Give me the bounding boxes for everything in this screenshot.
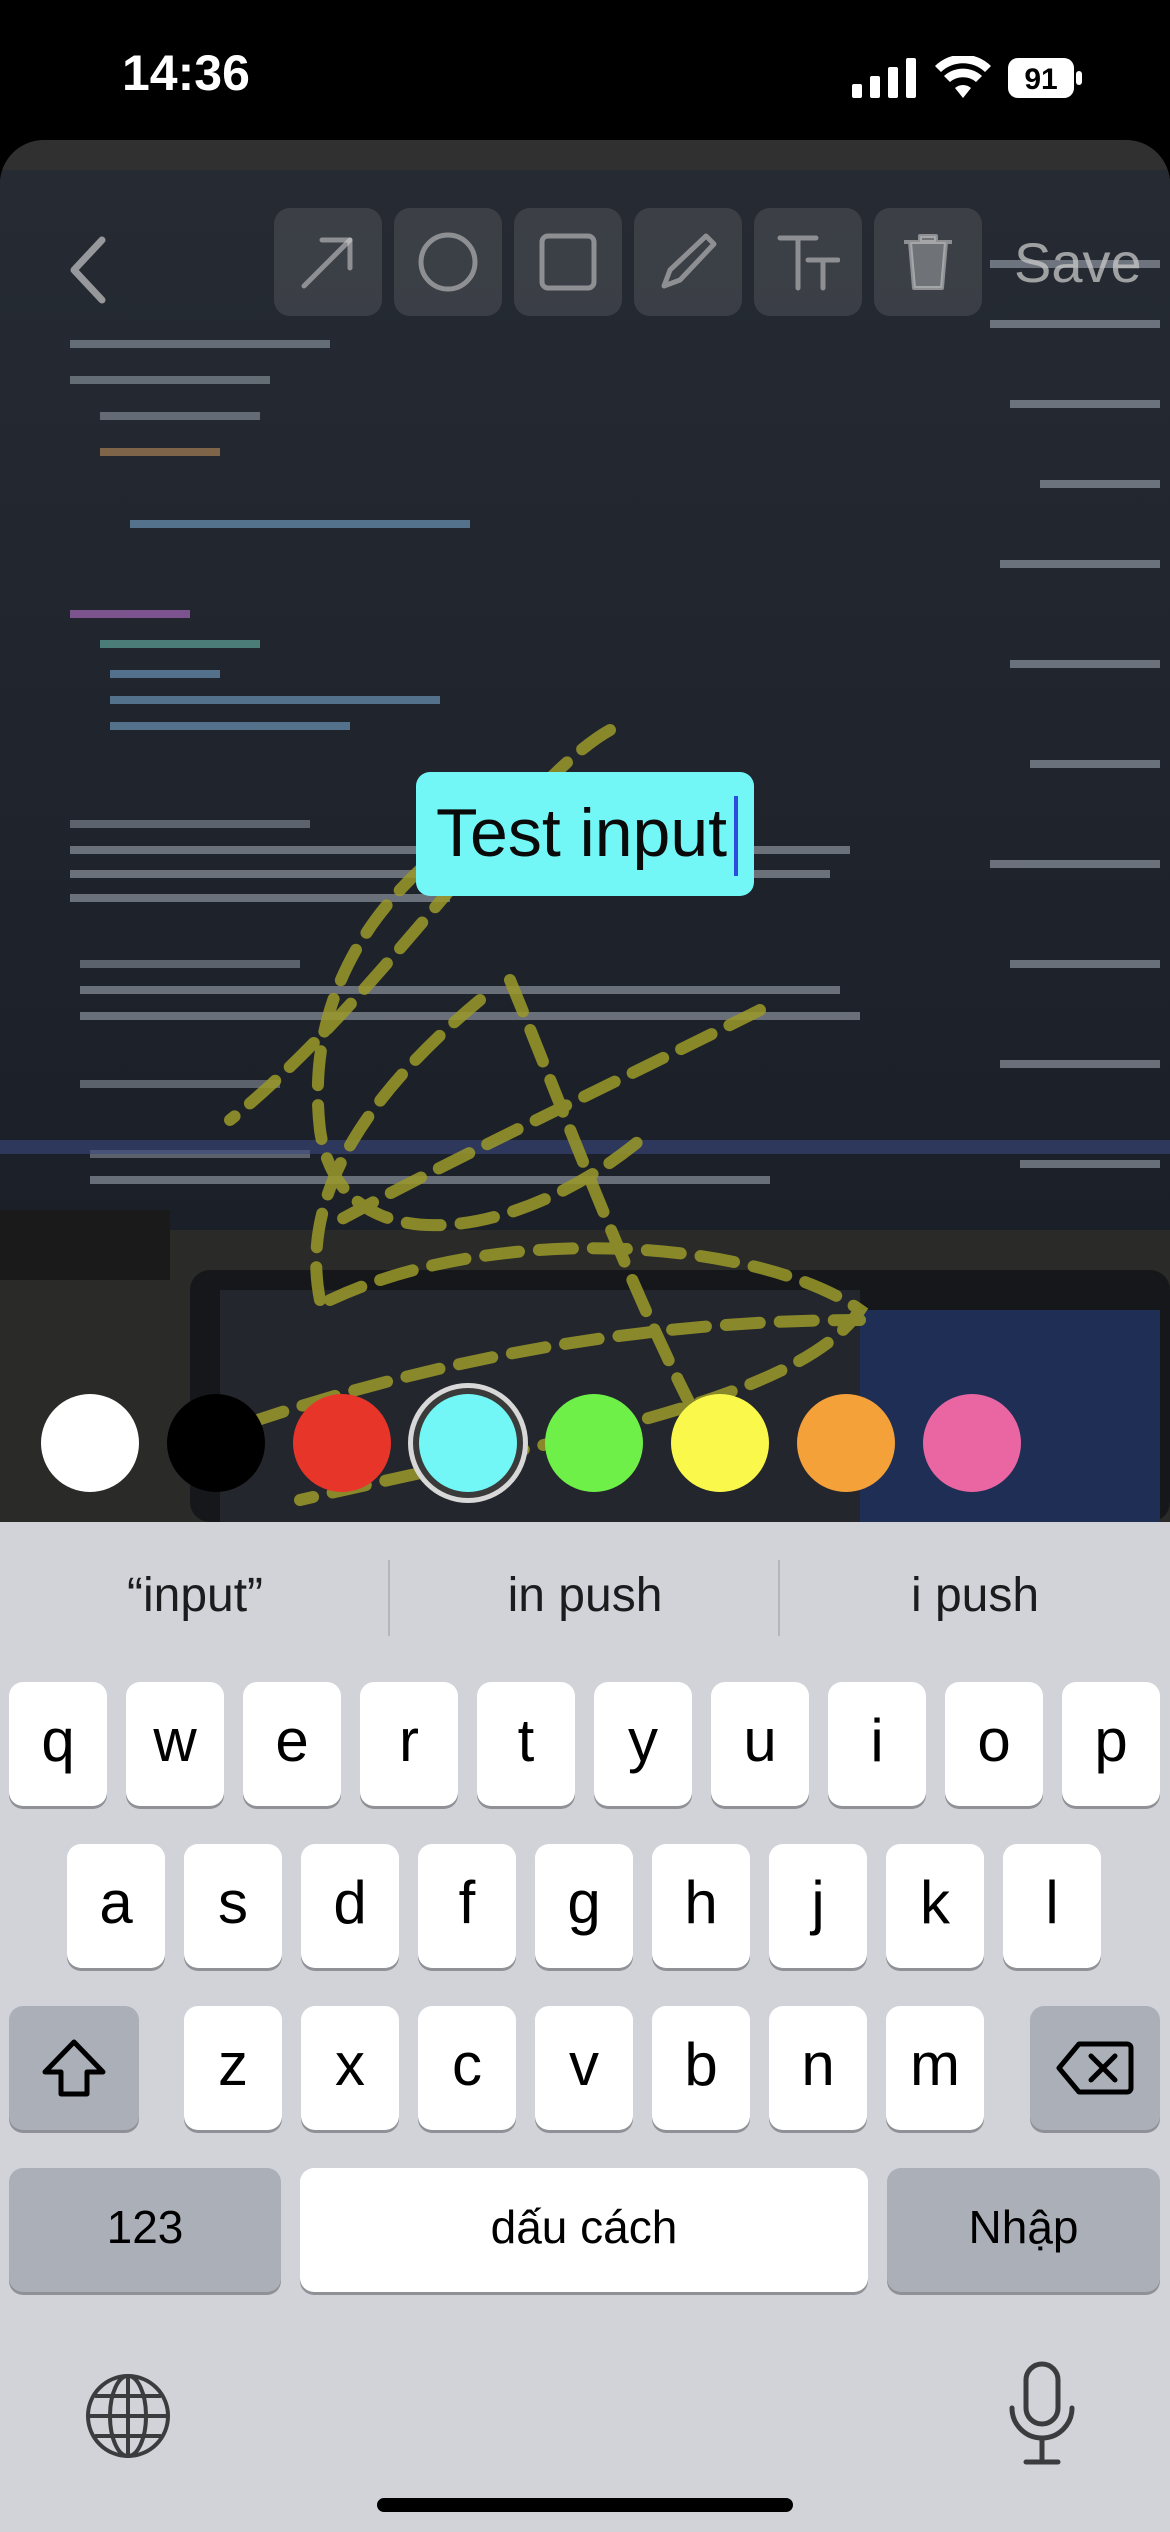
key-y[interactable]: y [594,1682,692,1806]
arrow-icon [301,237,353,289]
square-tool-button[interactable] [514,208,622,316]
color-swatch-green[interactable] [545,1394,643,1492]
key-r[interactable]: r [360,1682,458,1806]
key-h[interactable]: h [652,1844,750,1968]
text-icon [777,235,840,291]
backspace-key[interactable] [1030,2006,1160,2130]
key-u[interactable]: u [711,1682,809,1806]
key-f[interactable]: f [418,1844,516,1968]
color-swatch-orange[interactable] [797,1394,895,1492]
key-e[interactable]: e [243,1682,341,1806]
keyboard: “input” in push i push q w e r t y u i o… [0,1522,1170,2532]
key-d[interactable]: d [301,1844,399,1968]
return-key[interactable]: Nhập [887,2168,1160,2292]
key-w[interactable]: w [126,1682,224,1806]
delete-tool-button[interactable] [874,208,982,316]
color-swatch-white[interactable] [41,1394,139,1492]
color-swatch-black[interactable] [167,1394,265,1492]
suggestion-1[interactable]: “input” [0,1568,390,1623]
key-n[interactable]: n [769,2006,867,2130]
text-annotation-input[interactable]: Test input [416,772,754,896]
text-tool-button[interactable] [754,208,862,316]
text-caret [734,796,738,876]
key-b[interactable]: b [652,2006,750,2130]
key-l[interactable]: l [1003,1844,1101,1968]
battery-icon: 91 [1008,58,1082,98]
editor-canvas[interactable]: Save Test input [0,140,1170,1522]
key-z[interactable]: z [184,2006,282,2130]
pen-icon [661,233,717,289]
shift-key[interactable] [9,2006,139,2130]
color-swatch-pink[interactable] [923,1394,1021,1492]
key-m[interactable]: m [886,2006,984,2130]
color-palette [0,1388,1170,1498]
editor-toolbar: Save [0,170,1170,316]
status-time: 14:36 [122,45,250,101]
globe-icon[interactable] [82,2370,174,2462]
space-key[interactable]: dấu cách [300,2168,868,2292]
cellular-signal-icon [852,58,916,98]
key-x[interactable]: x [301,2006,399,2130]
backspace-icon [1056,2041,1134,2095]
circle-icon [418,232,478,292]
back-chevron-icon[interactable] [60,230,120,310]
key-v[interactable]: v [535,2006,633,2130]
key-g[interactable]: g [535,1844,633,1968]
color-swatch-yellow[interactable] [671,1394,769,1492]
shift-arrow-icon [42,2039,106,2097]
pen-tool-button[interactable] [634,208,742,316]
suggestion-3[interactable]: i push [780,1568,1170,1623]
microphone-icon[interactable] [1004,2360,1080,2468]
key-s[interactable]: s [184,1844,282,1968]
square-icon [539,233,597,291]
status-bar: 14:36 91 [0,0,1170,150]
key-a[interactable]: a [67,1844,165,1968]
text-annotation-value: Test input [436,795,728,871]
color-swatch-cyan[interactable] [419,1394,517,1492]
save-button[interactable]: Save [1014,230,1142,295]
color-swatch-red[interactable] [293,1394,391,1492]
key-o[interactable]: o [945,1682,1043,1806]
key-q[interactable]: q [9,1682,107,1806]
circle-tool-button[interactable] [394,208,502,316]
key-p[interactable]: p [1062,1682,1160,1806]
arrow-tool-button[interactable] [274,208,382,316]
key-j[interactable]: j [769,1844,867,1968]
trash-icon [904,234,952,290]
numbers-key[interactable]: 123 [9,2168,281,2292]
key-k[interactable]: k [886,1844,984,1968]
key-t[interactable]: t [477,1682,575,1806]
suggestion-2[interactable]: in push [390,1568,780,1623]
key-i[interactable]: i [828,1682,926,1806]
wifi-icon [935,56,991,98]
key-c[interactable]: c [418,2006,516,2130]
battery-level: 91 [1024,63,1057,96]
home-indicator [377,2498,793,2512]
